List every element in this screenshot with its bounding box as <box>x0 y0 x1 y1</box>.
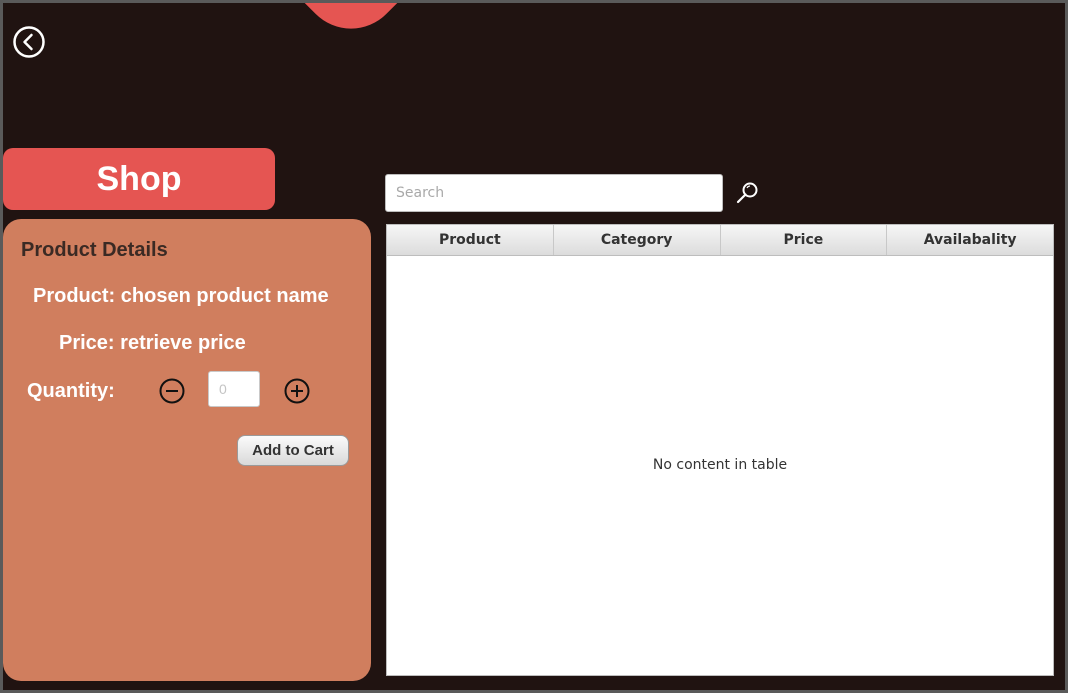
price-label: Price: <box>59 332 115 354</box>
add-to-cart-button[interactable]: Add to Cart <box>237 435 349 466</box>
price-row: Price: retrieve price <box>59 332 246 355</box>
search-input[interactable] <box>385 174 723 212</box>
product-label: Product: <box>33 285 116 307</box>
product-row: Product: chosen product name <box>33 285 329 308</box>
page-title: Shop <box>3 148 275 210</box>
quantity-label: Quantity: <box>27 380 115 402</box>
price-value: retrieve price <box>120 332 246 354</box>
product-value: chosen product name <box>120 285 329 307</box>
table-header: Product Category Price Availabality <box>387 225 1053 256</box>
minus-circle-icon[interactable] <box>158 377 186 405</box>
product-details-panel: Product Details Product: chosen product … <box>3 219 371 681</box>
column-header-price[interactable]: Price <box>721 225 888 255</box>
product-details-title: Product Details <box>21 239 168 261</box>
shop-window: Shop Product Details Product: chosen pro… <box>3 3 1065 690</box>
decorative-shape <box>124 3 578 50</box>
table-empty-message: No content in table <box>652 457 788 473</box>
products-table: Product Category Price Availabality No c… <box>386 224 1054 676</box>
quantity-input[interactable] <box>208 371 260 407</box>
plus-circle-icon[interactable] <box>283 377 311 405</box>
column-header-product[interactable]: Product <box>387 225 554 255</box>
search-icon[interactable] <box>733 179 761 207</box>
column-header-category[interactable]: Category <box>554 225 721 255</box>
column-header-availability[interactable]: Availabality <box>887 225 1053 255</box>
back-icon[interactable] <box>13 26 45 58</box>
